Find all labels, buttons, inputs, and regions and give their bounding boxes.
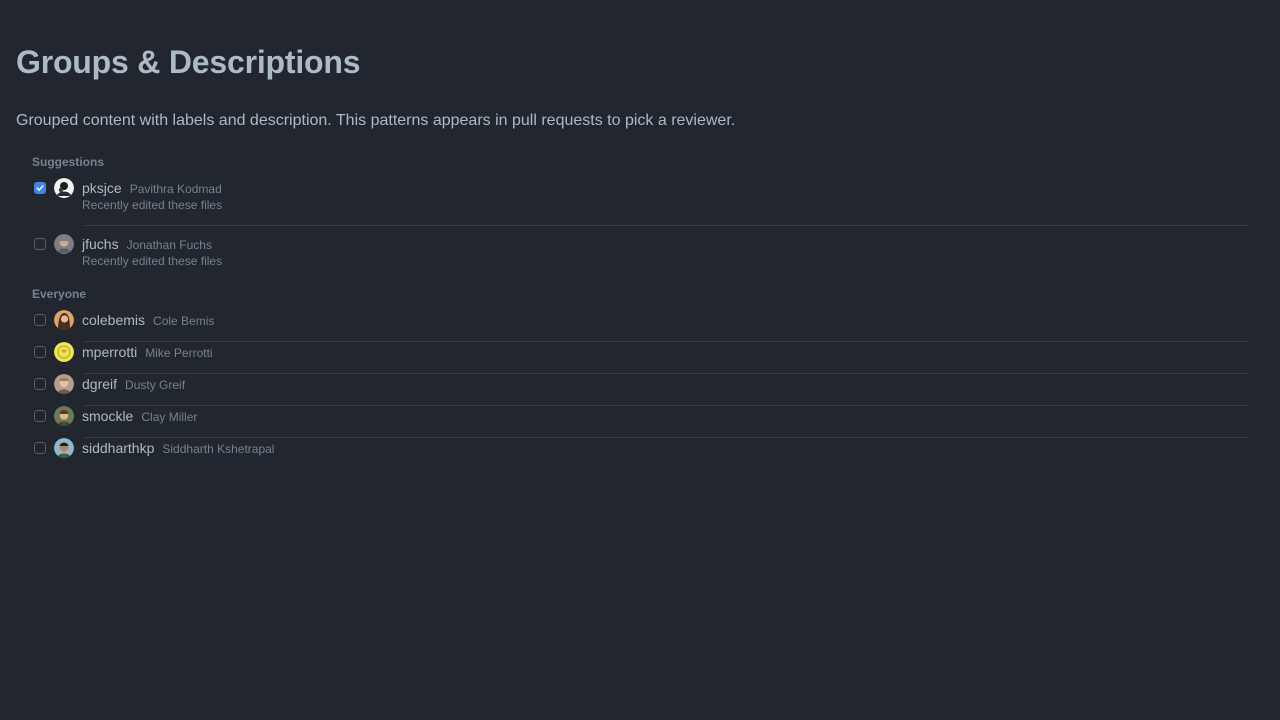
item-content: pksjce Pavithra Kodmad Recently edited t… <box>82 178 222 213</box>
group-suggestions: pksjce Pavithra Kodmad Recently edited t… <box>32 178 1248 274</box>
list-item-colebemis[interactable]: colebemis Cole Bemis <box>32 310 1248 342</box>
checkbox-checked[interactable] <box>34 182 46 194</box>
check-icon <box>36 185 44 191</box>
full-name: Cole Bemis <box>153 314 215 328</box>
list-item-jfuchs[interactable]: jfuchs Jonathan Fuchs Recently edited th… <box>32 226 1248 274</box>
page: Groups & Descriptions Grouped content wi… <box>0 0 1280 470</box>
avatar-colebemis <box>54 310 74 330</box>
item-content: dgreif Dusty Greif <box>82 374 185 395</box>
item-description: Recently edited these files <box>82 254 223 268</box>
full-name: Jonathan Fuchs <box>126 238 212 252</box>
list-item-siddharthkp[interactable]: siddharthkp Siddharth Kshetrapal <box>32 438 1248 470</box>
list-item-dgreif[interactable]: dgreif Dusty Greif <box>32 374 1248 406</box>
reviewer-action-list: Suggestions pksjce Pavithra Kodmad Recen… <box>32 154 1248 470</box>
username: pksjce <box>82 180 122 196</box>
checkbox-unchecked[interactable] <box>34 378 46 390</box>
full-name: Dusty Greif <box>125 378 186 392</box>
avatar-smockle <box>54 406 74 426</box>
checkbox-unchecked[interactable] <box>34 442 46 454</box>
checkbox-unchecked[interactable] <box>34 346 46 358</box>
checkbox-unchecked[interactable] <box>34 410 46 422</box>
avatar-dgreif <box>54 374 74 394</box>
avatar-siddharthkp <box>54 438 74 458</box>
list-item-mperrotti[interactable]: mperrotti Mike Perrotti <box>32 342 1248 374</box>
username: siddharthkp <box>82 440 155 456</box>
username: mperrotti <box>82 344 138 360</box>
full-name: Siddharth Kshetrapal <box>162 442 275 456</box>
item-content: jfuchs Jonathan Fuchs Recently edited th… <box>82 234 222 269</box>
checkbox-unchecked[interactable] <box>34 238 46 250</box>
group-everyone: colebemis Cole Bemis mperrotti Mike Perr… <box>32 310 1248 470</box>
avatar-pksjce <box>54 178 74 198</box>
avatar-mperrotti <box>54 342 74 362</box>
username: dgreif <box>82 376 118 392</box>
username: jfuchs <box>82 236 119 252</box>
page-title: Groups & Descriptions <box>16 44 361 80</box>
list-item-smockle[interactable]: smockle Clay Miller <box>32 406 1248 438</box>
full-name: Pavithra Kodmad <box>129 182 222 196</box>
item-content: mperrotti Mike Perrotti <box>82 342 213 363</box>
avatar-jfuchs <box>54 234 74 254</box>
username: colebemis <box>82 312 146 328</box>
page-description: Grouped content with labels and descript… <box>16 112 736 129</box>
full-name: Clay Miller <box>141 410 198 424</box>
item-content: smockle Clay Miller <box>82 406 197 427</box>
full-name: Mike Perrotti <box>145 346 213 360</box>
item-content: siddharthkp Siddharth Kshetrapal <box>82 438 274 459</box>
checkbox-unchecked[interactable] <box>34 314 46 326</box>
list-item-pksjce[interactable]: pksjce Pavithra Kodmad Recently edited t… <box>32 178 1248 226</box>
item-description: Recently edited these files <box>82 198 223 212</box>
group-header-everyone: Everyone <box>32 287 87 301</box>
username: smockle <box>82 408 134 424</box>
item-content: colebemis Cole Bemis <box>82 310 214 331</box>
group-header-suggestions: Suggestions <box>32 155 105 169</box>
